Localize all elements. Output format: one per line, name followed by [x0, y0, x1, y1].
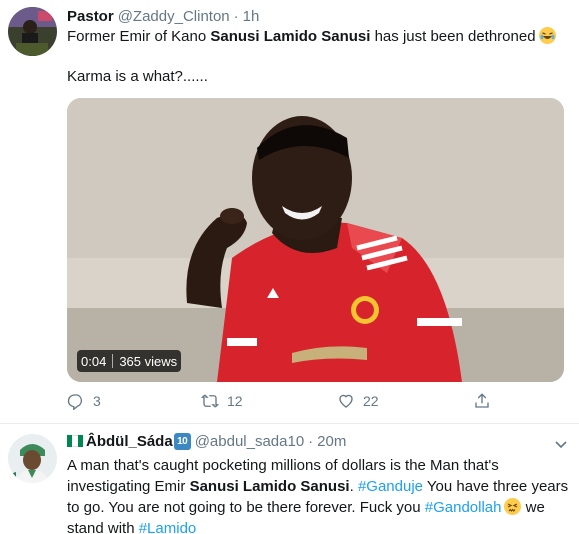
hashtag-ganduje[interactable]: #Ganduje — [358, 478, 423, 495]
tweet-text-line2: Karma is a what?...... — [67, 68, 208, 85]
display-name[interactable]: Âbdül_Sáda — [86, 433, 173, 450]
video-duration: 0:04 — [81, 353, 107, 369]
tweet-text: Former Emir of Kano Sanusi Lamido Sanusi… — [67, 27, 556, 47]
like-count: 22 — [363, 393, 379, 409]
tweet-abdul-sada[interactable]: Âbdül_Sáda 10 @abdul_sada10 · 20m A man … — [0, 424, 579, 534]
tweet-text: A man that's caught pocketing millions o… — [67, 455, 577, 534]
tweet-actions: 3 12 22 — [67, 392, 497, 414]
display-name[interactable]: Pastor — [67, 8, 114, 25]
heart-icon — [339, 394, 353, 408]
text-segment: Former Emir of Kano — [67, 28, 211, 45]
retweet-count: 12 — [227, 393, 243, 409]
laughing-emoji-icon — [538, 27, 556, 44]
persevering-face-emoji-icon — [504, 498, 522, 515]
share-icon — [475, 393, 489, 408]
avatar[interactable] — [8, 434, 57, 483]
separator-dot: · — [233, 7, 239, 25]
hashtag-lamido[interactable]: #Lamido — [139, 520, 197, 534]
share-button[interactable] — [473, 392, 499, 410]
retweet-button[interactable]: 12 — [201, 392, 243, 410]
tweet-header: Âbdül_Sáda 10 @abdul_sada10 · 20m — [67, 431, 346, 451]
tweet-header: Pastor @Zaddy_Clinton · 1h — [67, 6, 259, 26]
keycap-ten-icon: 10 — [173, 432, 191, 450]
video-thumbnail — [67, 98, 564, 382]
reply-count: 3 — [93, 393, 101, 409]
timestamp[interactable]: 1h — [243, 8, 260, 25]
retweet-icon — [201, 394, 219, 408]
video-player[interactable]: 0:04 365 views — [67, 98, 564, 382]
hashtag-gandollah[interactable]: #Gandollah — [425, 499, 502, 516]
badge-divider — [112, 354, 114, 368]
bold-name: Sanusi Lamido Sanusi — [189, 478, 350, 495]
text-segment: . — [349, 478, 358, 495]
timestamp[interactable]: 20m — [317, 433, 346, 450]
separator-dot: · — [308, 432, 314, 450]
nigeria-flag-icon — [67, 435, 83, 447]
video-info-badge: 0:04 365 views — [77, 350, 182, 372]
reply-icon — [67, 394, 83, 410]
tweet-pastor[interactable]: Pastor @Zaddy_Clinton · 1h Former Emir o… — [0, 0, 579, 424]
like-button[interactable]: 22 — [337, 392, 379, 410]
chevron-down-icon[interactable] — [553, 436, 569, 452]
bold-name: Sanusi Lamido Sanusi — [210, 28, 371, 45]
text-segment: has just been dethroned — [370, 28, 536, 45]
handle[interactable]: @abdul_sada10 — [195, 433, 304, 450]
video-views: 365 views — [119, 353, 178, 369]
avatar[interactable] — [8, 7, 57, 56]
reply-button[interactable]: 3 — [67, 392, 101, 410]
handle[interactable]: @Zaddy_Clinton — [118, 8, 230, 25]
